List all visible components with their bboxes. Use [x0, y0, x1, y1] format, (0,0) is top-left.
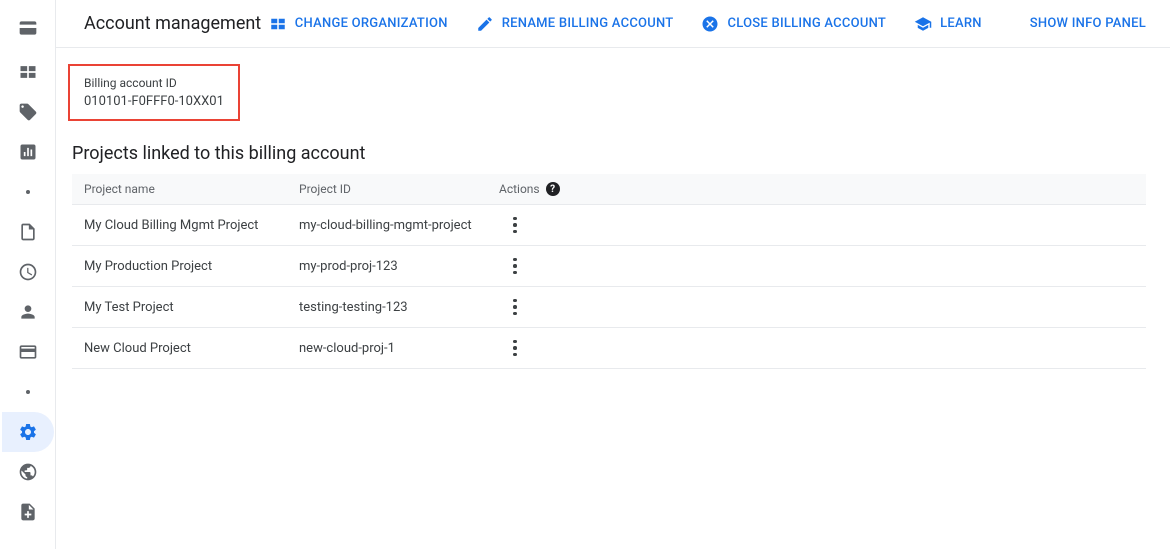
org-icon [269, 15, 287, 33]
billing-id-box: Billing account ID 010101-F0FFF0-10XX01 [68, 64, 240, 121]
project-name-cell: My Production Project [72, 246, 287, 287]
pencil-icon [476, 15, 494, 33]
change-organization-button[interactable]: CHANGE ORGANIZATION [269, 15, 448, 33]
billing-id-value: 010101-F0FFF0-10XX01 [84, 94, 224, 109]
person-icon[interactable] [0, 292, 56, 332]
tag-icon[interactable] [0, 92, 56, 132]
help-icon[interactable]: ? [546, 182, 560, 196]
separator-dot [0, 172, 56, 212]
show-info-panel-button[interactable]: SHOW INFO PANEL [1030, 16, 1146, 31]
page-title: Account management [84, 13, 261, 34]
billing-icon[interactable] [0, 8, 56, 48]
topbar: Account management CHANGE ORGANIZATION R… [56, 0, 1170, 48]
learn-button[interactable]: LEARN [914, 15, 982, 33]
file-icon[interactable] [0, 492, 56, 532]
reports-icon[interactable] [0, 132, 56, 172]
project-id-cell: testing-testing-123 [287, 287, 487, 328]
clock-icon[interactable] [0, 252, 56, 292]
column-project-id[interactable]: Project ID [287, 174, 487, 205]
column-actions: Actions ? [487, 174, 1146, 205]
table-row: New Cloud Projectnew-cloud-proj-1 [72, 328, 1146, 369]
separator-dot [0, 372, 56, 412]
project-name-cell: New Cloud Project [72, 328, 287, 369]
card-icon[interactable] [0, 332, 56, 372]
table-row: My Test Projecttesting-testing-123 [72, 287, 1146, 328]
row-actions-menu[interactable] [503, 295, 527, 319]
row-actions-menu[interactable] [503, 254, 527, 278]
projects-section-title: Projects linked to this billing account [72, 143, 1146, 164]
rename-billing-label: RENAME BILLING ACCOUNT [502, 16, 674, 31]
projects-table: Project name Project ID Actions ? My Clo… [72, 174, 1146, 369]
project-name-cell: My Cloud Billing Mgmt Project [72, 205, 287, 246]
close-circle-icon [701, 15, 719, 33]
billing-id-label: Billing account ID [84, 76, 224, 90]
sidebar [0, 0, 56, 549]
learn-label: LEARN [940, 16, 982, 31]
change-organization-label: CHANGE ORGANIZATION [295, 16, 448, 31]
table-row: My Production Projectmy-prod-proj-123 [72, 246, 1146, 287]
document-icon[interactable] [0, 212, 56, 252]
settings-icon[interactable] [2, 412, 54, 452]
project-id-cell: my-cloud-billing-mgmt-project [287, 205, 487, 246]
close-billing-label: CLOSE BILLING ACCOUNT [727, 16, 886, 31]
row-actions-menu[interactable] [503, 336, 527, 360]
learn-icon [914, 15, 932, 33]
overview-icon[interactable] [0, 52, 56, 92]
column-project-name[interactable]: Project name [72, 174, 287, 205]
rename-billing-button[interactable]: RENAME BILLING ACCOUNT [476, 15, 674, 33]
project-id-cell: new-cloud-proj-1 [287, 328, 487, 369]
actions-column-label: Actions [499, 182, 540, 196]
project-id-cell: my-prod-proj-123 [287, 246, 487, 287]
table-row: My Cloud Billing Mgmt Projectmy-cloud-bi… [72, 205, 1146, 246]
globe-icon[interactable] [0, 452, 56, 492]
table-header-row: Project name Project ID Actions ? [72, 174, 1146, 205]
project-name-cell: My Test Project [72, 287, 287, 328]
row-actions-menu[interactable] [503, 213, 527, 237]
close-billing-button[interactable]: CLOSE BILLING ACCOUNT [701, 15, 886, 33]
